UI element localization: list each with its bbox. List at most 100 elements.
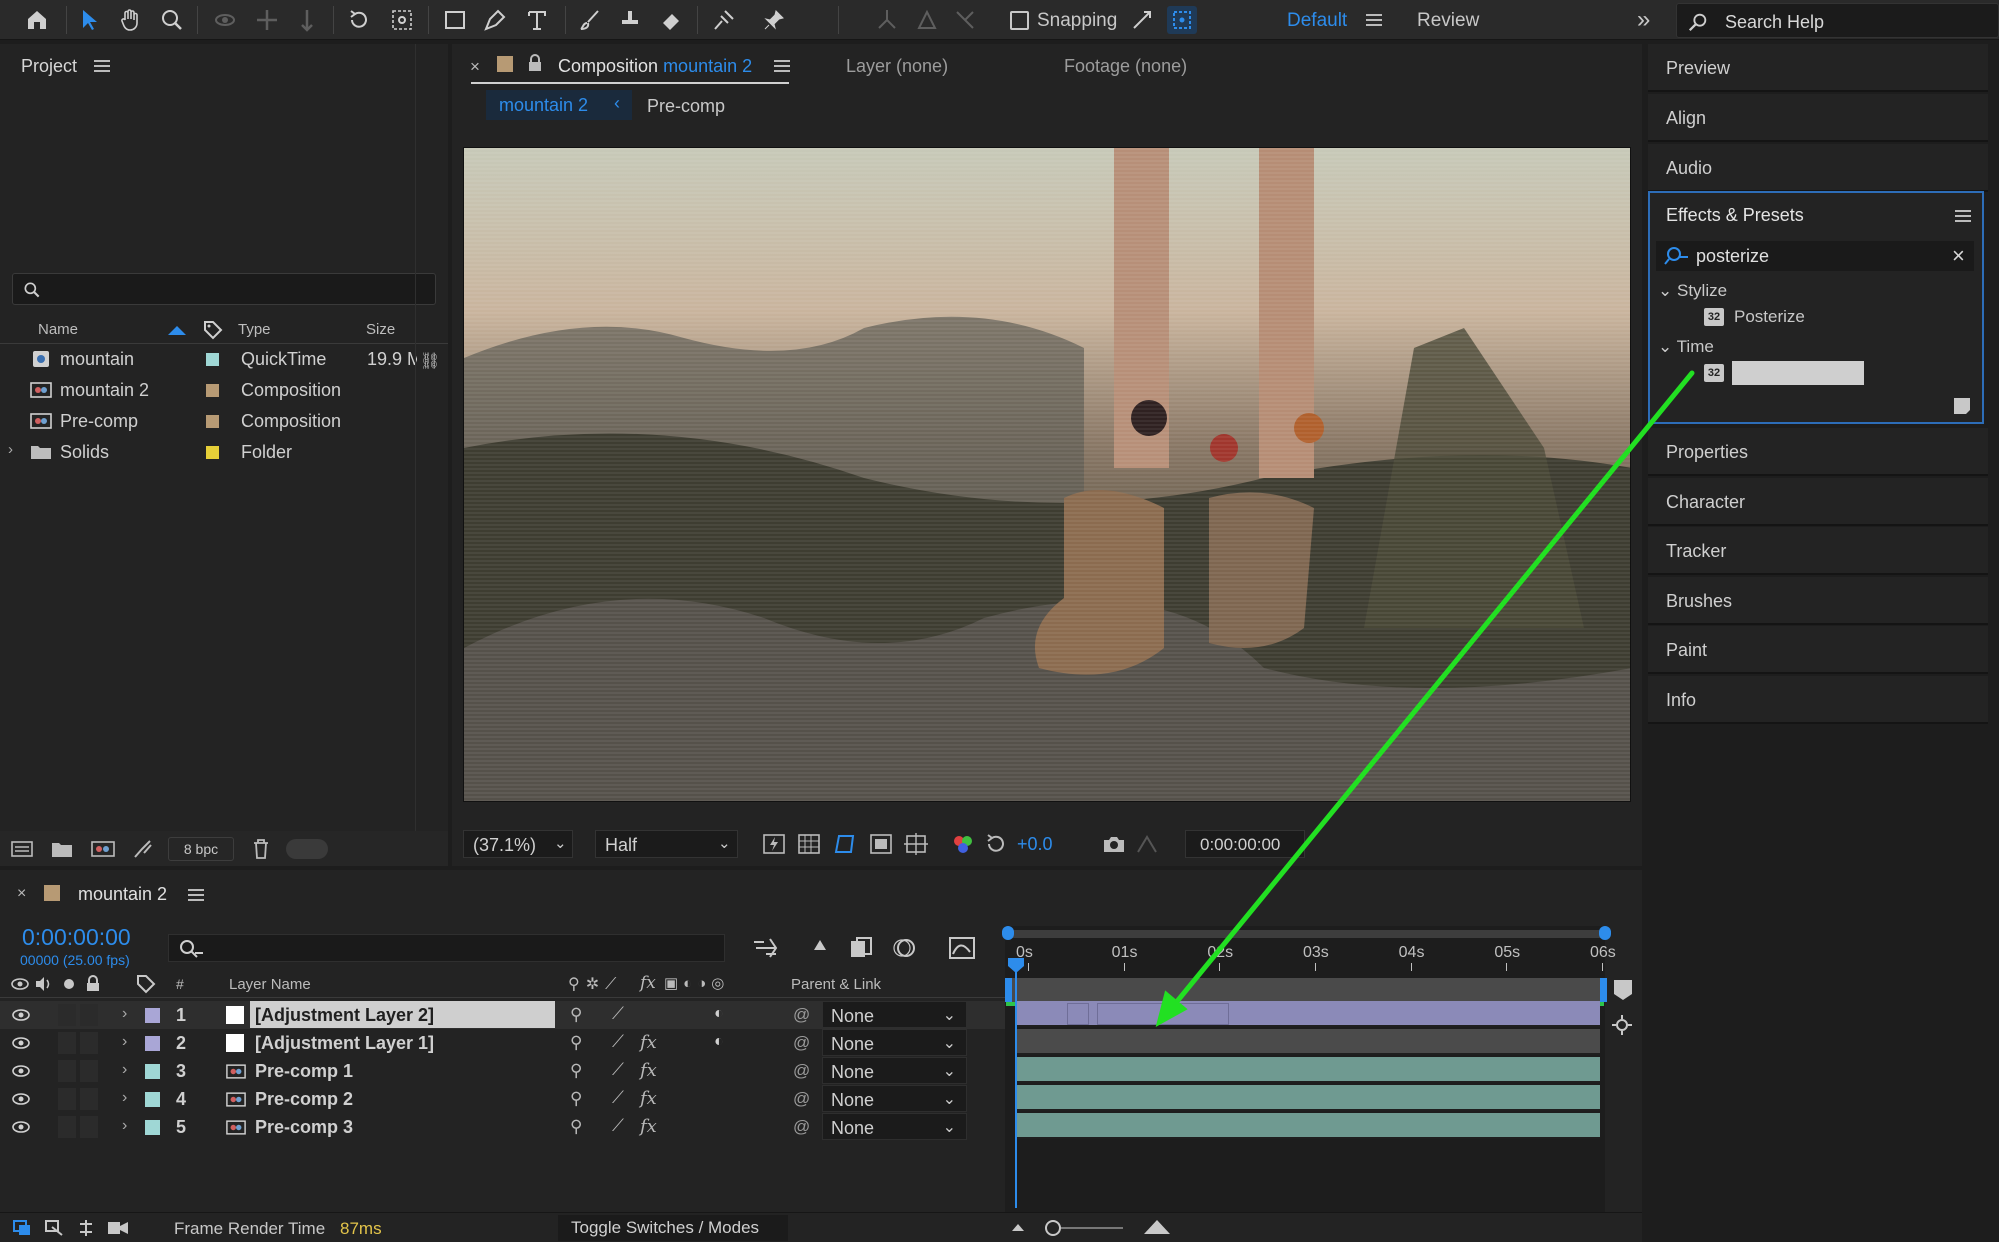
timeline-search-input[interactable] — [168, 934, 725, 962]
group-stylize[interactable]: ⌄ Stylize — [1658, 281, 1727, 301]
timeline-layer-row[interactable]: › 4 Pre-comp 2 ⚲ ⟋ fx @ None ⌄ — [0, 1085, 1005, 1113]
comp-flowchart-icon[interactable] — [12, 1219, 32, 1237]
anchor-tool-icon[interactable] — [387, 6, 417, 34]
project-item[interactable]: Pre-comp Composition — [0, 406, 440, 436]
timeline-menu-icon[interactable] — [188, 889, 204, 901]
layer-duration-bar[interactable] — [1015, 1001, 1600, 1027]
label-color-swatch[interactable] — [206, 415, 219, 428]
timeline-graph-area[interactable] — [1005, 926, 1605, 1242]
visibility-eye-icon[interactable] — [12, 1064, 30, 1078]
shy-switch-icon[interactable]: ⚲ — [570, 1061, 582, 1081]
label-color-swatch[interactable] — [206, 446, 219, 459]
snap-toggle-icon[interactable] — [1127, 6, 1157, 34]
label-color-swatch[interactable] — [145, 1036, 160, 1051]
layer-name[interactable]: Pre-comp 3 — [255, 1117, 353, 1138]
layer-duration-bar[interactable] — [1015, 1057, 1600, 1083]
chevron-right-icon[interactable]: › — [122, 1033, 127, 1051]
layer-switches-icon[interactable] — [44, 1219, 64, 1237]
snapping-checkbox[interactable] — [1010, 11, 1029, 30]
tab-layer[interactable]: Layer (none) — [846, 56, 948, 77]
rectangle-tool-icon[interactable] — [440, 6, 470, 34]
new-preset-icon[interactable] — [1952, 396, 1972, 416]
frame-blending-icon[interactable] — [848, 936, 874, 960]
parent-dropdown[interactable]: None ⌄ — [822, 1029, 967, 1056]
render-time-icon[interactable] — [106, 1218, 130, 1238]
quality-switch-icon[interactable]: ⟋ — [612, 1032, 624, 1052]
composition-menu-icon[interactable] — [774, 60, 790, 72]
composition-image[interactable] — [463, 147, 1631, 802]
rotate-tool-icon[interactable] — [344, 6, 374, 34]
group-time[interactable]: ⌄ Time — [1658, 337, 1714, 357]
panel-tab-preview[interactable]: Preview — [1648, 44, 1988, 92]
pickwhip-icon[interactable]: @ — [793, 1117, 810, 1137]
lock-cell[interactable] — [80, 1004, 98, 1026]
channel-rgb-icon[interactable] — [951, 833, 975, 855]
trash-icon[interactable] — [251, 838, 271, 860]
pen-tool-icon[interactable] — [480, 6, 510, 34]
axis-view-icon[interactable] — [950, 6, 980, 34]
quality-switch-icon[interactable]: ⟋ — [612, 1116, 624, 1136]
solo-cell[interactable] — [58, 1116, 76, 1138]
label-color-swatch[interactable] — [145, 1064, 160, 1079]
layer-duration-bar[interactable] — [1015, 1029, 1600, 1055]
lock-icon[interactable] — [528, 54, 542, 72]
resolution-dropdown[interactable]: Half ⌄ — [595, 830, 738, 858]
lock-cell[interactable] — [80, 1060, 98, 1082]
playhead-line[interactable] — [1015, 963, 1017, 1208]
timeline-comp-name[interactable]: mountain 2 — [78, 884, 167, 905]
new-composition-icon[interactable] — [90, 839, 116, 859]
navigator-start-handle[interactable] — [1002, 926, 1014, 940]
visibility-eye-icon[interactable] — [12, 1036, 30, 1050]
parent-dropdown[interactable]: None ⌄ — [822, 1057, 967, 1084]
project-search-input[interactable] — [12, 273, 436, 305]
label-color-swatch[interactable] — [145, 1120, 160, 1135]
visibility-eye-icon[interactable] — [12, 1120, 30, 1134]
pan-camera-icon[interactable] — [252, 6, 282, 34]
work-area-bar[interactable] — [1006, 978, 1606, 1002]
shy-switch-icon[interactable]: ⚲ — [570, 1005, 582, 1025]
effects-search-input[interactable]: posterize × — [1656, 241, 1974, 271]
shy-switch-icon[interactable]: ⚲ — [570, 1089, 582, 1109]
lock-cell[interactable] — [80, 1116, 98, 1138]
effect-posterize[interactable]: Posterize — [1734, 307, 1805, 327]
dolly-camera-icon[interactable] — [292, 6, 322, 34]
toggle-switches-modes-button[interactable]: Toggle Switches / Modes — [558, 1215, 788, 1241]
solo-cell[interactable] — [58, 1004, 76, 1026]
work-area-start[interactable] — [1005, 978, 1012, 1002]
type-tool-icon[interactable] — [522, 6, 552, 34]
puppet-pin-icon[interactable] — [759, 6, 789, 34]
chevron-right-icon[interactable]: › — [122, 1005, 127, 1023]
panel-tab-align[interactable]: Align — [1648, 94, 1988, 142]
solo-cell[interactable] — [58, 1088, 76, 1110]
adjustment-switch-icon[interactable]: ◐ — [714, 1005, 724, 1023]
comp-marker-bin-icon[interactable] — [1612, 978, 1634, 1002]
pickwhip-icon[interactable]: @ — [793, 1033, 810, 1053]
axis-world-icon[interactable] — [912, 6, 942, 34]
timeline-layer-row[interactable]: › 5 Pre-comp 3 ⚲ ⟋ fx @ None ⌄ — [0, 1113, 1005, 1141]
exposure-value[interactable]: +0.0 — [1017, 834, 1053, 855]
draft-3d-icon[interactable] — [806, 936, 834, 960]
snapshot-camera-icon[interactable] — [1102, 834, 1126, 854]
shy-switch-icon[interactable]: ⚲ — [570, 1117, 582, 1137]
project-menu-icon[interactable] — [94, 60, 110, 72]
column-name[interactable]: Name — [38, 321, 78, 338]
zoom-in-icon[interactable] — [1142, 1218, 1172, 1236]
parent-dropdown[interactable]: None ⌄ — [822, 1001, 967, 1028]
chevron-right-icon[interactable]: › — [122, 1117, 127, 1135]
visibility-eye-icon[interactable] — [12, 1008, 30, 1022]
hand-tool-icon[interactable] — [115, 6, 145, 34]
transparency-grid-icon[interactable] — [797, 833, 821, 855]
project-item[interactable]: › Solids Folder — [0, 437, 440, 467]
label-tag-icon[interactable] — [136, 974, 156, 994]
render-queue-icon[interactable] — [132, 839, 154, 859]
interpret-footage-icon[interactable] — [10, 839, 34, 859]
layer-name[interactable]: Pre-comp 1 — [255, 1061, 353, 1082]
brush-tool-icon[interactable] — [575, 6, 605, 34]
home-icon[interactable] — [22, 6, 52, 34]
label-color-swatch[interactable] — [206, 353, 219, 366]
roto-brush-icon[interactable] — [709, 6, 739, 34]
column-size[interactable]: Size — [366, 321, 395, 338]
new-folder-icon[interactable] — [50, 839, 74, 859]
column-type[interactable]: Type — [238, 321, 271, 338]
zoom-slider-thumb[interactable] — [1045, 1220, 1061, 1236]
